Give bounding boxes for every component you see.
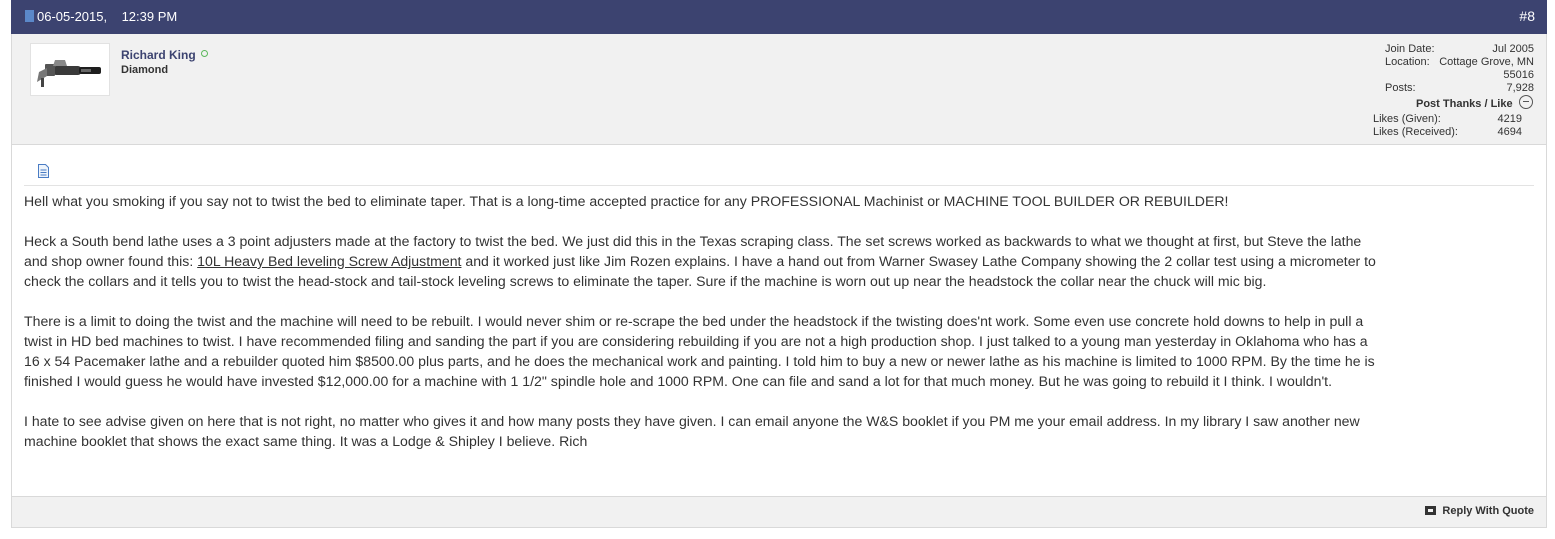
posts-label: Posts: (1385, 82, 1416, 94)
username-link[interactable]: Richard King (121, 48, 208, 62)
user-info-bar: Richard King Diamond Join Date: Jul 2005… (11, 34, 1547, 145)
location-zip: 55016 (1503, 69, 1534, 81)
post-date: 06-05-2015, 12:39 PM (37, 9, 178, 24)
post-thanks-title: Post Thanks / Like (1416, 98, 1513, 110)
join-date-label: Join Date: (1385, 43, 1435, 55)
likes-given-label: Likes (Given): (1373, 113, 1441, 125)
posts-value: 7,928 (1506, 82, 1534, 94)
post-time: 12:39 PM (121, 9, 178, 24)
reply-with-quote-button[interactable]: Reply With Quote (1425, 505, 1534, 517)
paragraph-3: There is a limit to doing the twist and … (24, 313, 1375, 389)
likes-given-value: 4219 (1497, 113, 1522, 125)
post-number-link[interactable]: #8 (1519, 8, 1535, 24)
user-title: Diamond (121, 64, 169, 76)
divider (24, 185, 1534, 186)
avatar[interactable] (30, 43, 110, 96)
paragraph-4: I hate to see advise given on here that … (24, 413, 1360, 449)
document-icon (38, 164, 49, 178)
collapse-minus-icon[interactable] (1519, 95, 1533, 109)
bed-leveling-link[interactable]: 10L Heavy Bed leveling Screw Adjustment (197, 253, 461, 269)
post-content: Hell what you smoking if you say not to … (11, 145, 1547, 496)
likes-received-label: Likes (Received): (1373, 126, 1458, 138)
location-value: Cottage Grove, MN (1439, 56, 1534, 68)
likes-received-value: 4694 (1497, 126, 1522, 138)
online-status-icon (200, 50, 208, 57)
post-footer: Reply With Quote (11, 496, 1547, 528)
location-label: Location: (1385, 56, 1430, 68)
join-date-value: Jul 2005 (1492, 43, 1534, 55)
post-status-icon (25, 10, 34, 22)
paragraph-2: Heck a South bend lathe uses a 3 point a… (24, 233, 1376, 289)
quote-icon (1425, 506, 1437, 515)
angle-grinder-icon (37, 60, 101, 87)
post-header: 06-05-2015, 12:39 PM #8 (11, 0, 1547, 34)
paragraph-1: Hell what you smoking if you say not to … (24, 193, 1229, 209)
